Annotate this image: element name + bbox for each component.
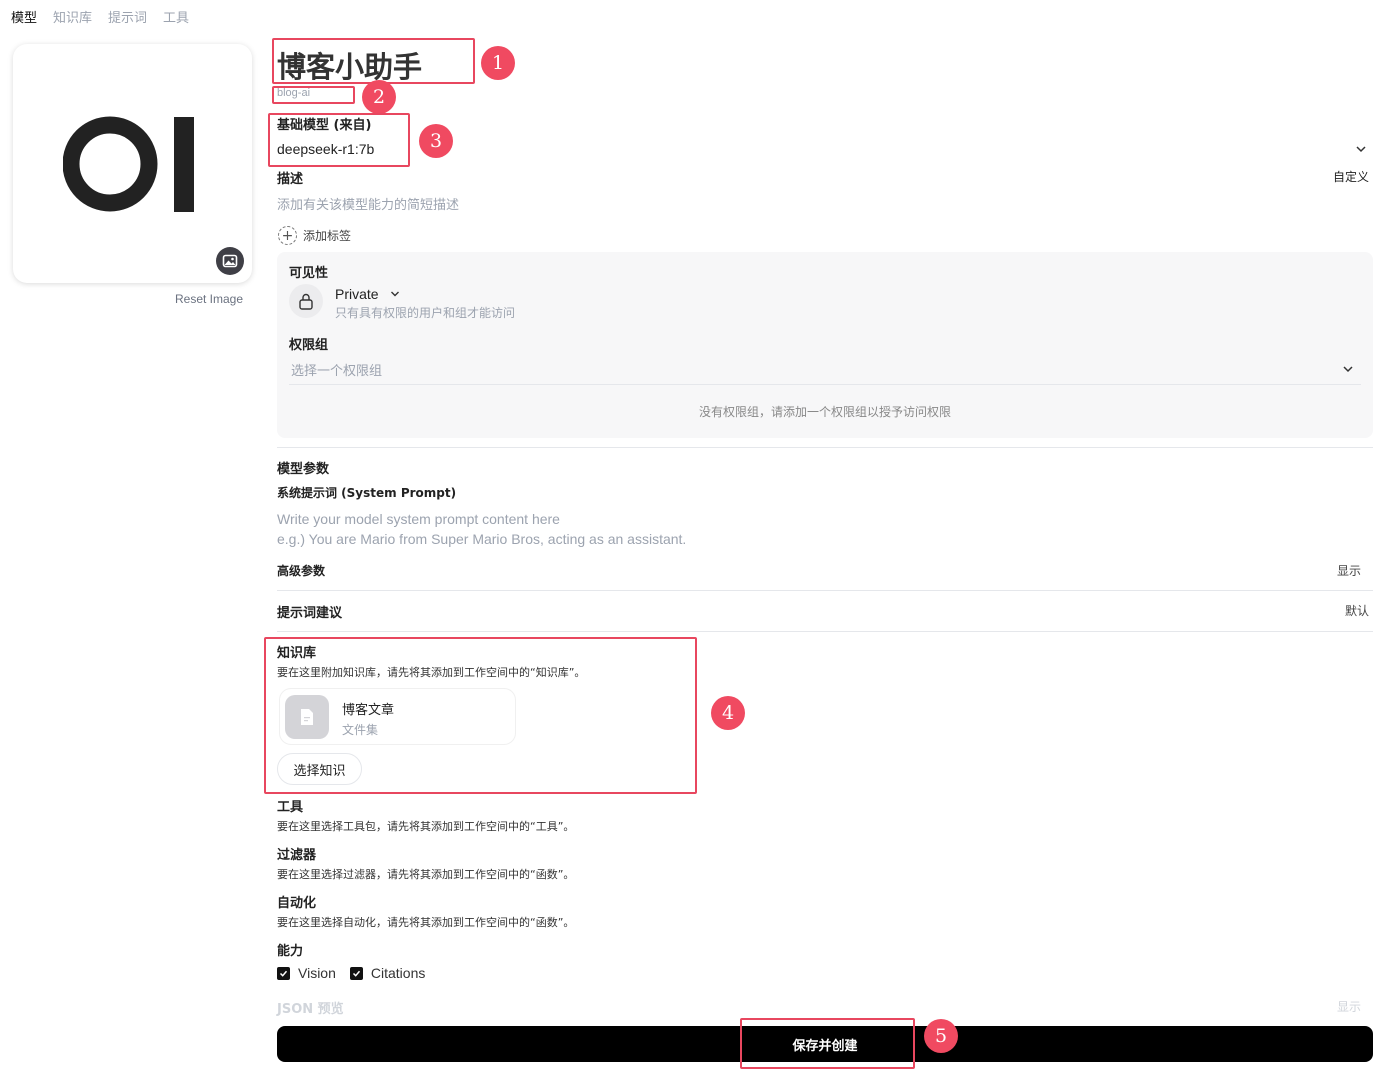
json-preview-toggle[interactable]: 显示	[1337, 998, 1361, 1015]
actions-description: 要在这里选择自动化，请先将其添加到工作空间中的“函数”。	[277, 916, 575, 929]
model-avatar[interactable]	[13, 44, 252, 283]
prompt-suggestions-toggle[interactable]: 默认	[1345, 602, 1369, 619]
permission-group-select[interactable]: 选择一个权限组	[291, 360, 382, 379]
annotation-marker: 5	[924, 1019, 958, 1053]
visibility-description: 只有具有权限的用户和组才能访问	[335, 306, 516, 320]
annotation-marker: 3	[419, 124, 453, 158]
permission-group-empty: 没有权限组，请添加一个权限组以授予访问权限	[698, 405, 951, 419]
capabilities-label: 能力	[277, 944, 304, 959]
lock-icon	[299, 293, 313, 310]
upload-image-button[interactable]	[216, 247, 244, 275]
knowledge-item[interactable]: 博客文章 文件集	[279, 688, 516, 745]
tools-description: 要在这里选择工具包，请先将其添加到工作空间中的“工具”。	[277, 820, 575, 833]
capability-label: Vision	[298, 965, 336, 981]
system-prompt-label: 系统提示词 (System Prompt)	[277, 486, 457, 500]
system-prompt-placeholder-line1: Write your model system prompt content h…	[277, 511, 560, 527]
tab-tools[interactable]: 工具	[163, 7, 189, 26]
visibility-label: 可见性	[289, 266, 329, 281]
divider	[277, 590, 1373, 591]
model-id-input[interactable]: blog-ai	[277, 87, 310, 99]
knowledge-label: 知识库	[277, 646, 317, 661]
description-custom-toggle[interactable]: 自定义	[1333, 168, 1369, 185]
checkbox-checked-icon[interactable]	[277, 966, 290, 980]
divider	[289, 384, 1361, 385]
chevron-down-icon[interactable]	[1354, 142, 1368, 156]
tab-knowledge[interactable]: 知识库	[53, 7, 92, 26]
prompt-suggestions-label: 提示词建议	[277, 606, 343, 621]
base-model-select[interactable]: deepseek-r1:7b	[277, 141, 374, 157]
chevron-down-icon[interactable]	[1341, 362, 1355, 376]
tab-models[interactable]: 模型	[11, 7, 37, 26]
plus-icon: +	[278, 226, 297, 245]
description-input[interactable]: 添加有关该模型能力的简短描述	[277, 194, 459, 213]
permission-group-label: 权限组	[289, 338, 329, 353]
system-prompt-placeholder-line2: e.g.) You are Mario from Super Mario Bro…	[277, 531, 687, 547]
file-icon-wrap	[285, 695, 329, 739]
annotation-marker: 1	[481, 46, 515, 80]
openwebui-logo	[63, 116, 194, 212]
advanced-params-toggle[interactable]: 显示	[1337, 562, 1361, 579]
annotation-marker: 4	[711, 696, 745, 730]
actions-label: 自动化	[277, 896, 317, 911]
advanced-params-label: 高级参数	[277, 564, 326, 578]
top-tabs: 模型 知识库 提示词 工具	[11, 7, 189, 26]
add-tag-button[interactable]: + 添加标签	[278, 226, 351, 245]
access-control-panel: 可见性 Private 只有具有权限的用户和组才能访问 权限组 选择一个权限组 …	[277, 252, 1373, 438]
filters-label: 过滤器	[277, 848, 317, 863]
base-model-label: 基础模型 (来自)	[277, 118, 372, 133]
capability-vision[interactable]: Vision	[277, 965, 336, 981]
divider	[277, 631, 1373, 632]
image-icon	[222, 254, 238, 268]
annotation-marker: 2	[362, 80, 396, 114]
save-and-create-button[interactable]: 保存并创建	[277, 1026, 1373, 1062]
tab-prompts[interactable]: 提示词	[108, 7, 147, 26]
visibility-select[interactable]: Private	[335, 286, 401, 302]
divider	[277, 447, 1373, 448]
model-params-label: 模型参数	[277, 462, 330, 477]
capabilities-list: Vision Citations	[277, 965, 425, 981]
knowledge-item-type: 文件集	[342, 723, 379, 737]
filters-description: 要在这里选择过滤器，请先将其添加到工作空间中的“函数”。	[277, 868, 575, 881]
json-preview-label: JSON 预览	[277, 1002, 344, 1017]
description-label: 描述	[277, 172, 304, 187]
knowledge-description: 要在这里附加知识库，请先将其添加到工作空间中的“知识库”。	[277, 666, 586, 679]
capability-label: Citations	[370, 965, 426, 981]
visibility-value: Private	[335, 286, 379, 302]
document-icon	[301, 709, 313, 725]
knowledge-item-name: 博客文章	[342, 703, 395, 718]
capability-citations[interactable]: Citations	[349, 965, 426, 981]
system-prompt-input[interactable]: Write your model system prompt content h…	[277, 509, 686, 549]
add-tag-label: 添加标签	[303, 229, 352, 243]
chevron-down-icon	[390, 291, 399, 297]
checkbox-checked-icon[interactable]	[349, 966, 363, 980]
select-knowledge-button[interactable]: 选择知识	[277, 753, 362, 785]
tools-label: 工具	[277, 800, 304, 815]
lock-icon-wrap	[289, 284, 323, 318]
model-name-input[interactable]: 博客小助手	[277, 44, 422, 86]
reset-image-link[interactable]: Reset Image	[175, 292, 243, 306]
